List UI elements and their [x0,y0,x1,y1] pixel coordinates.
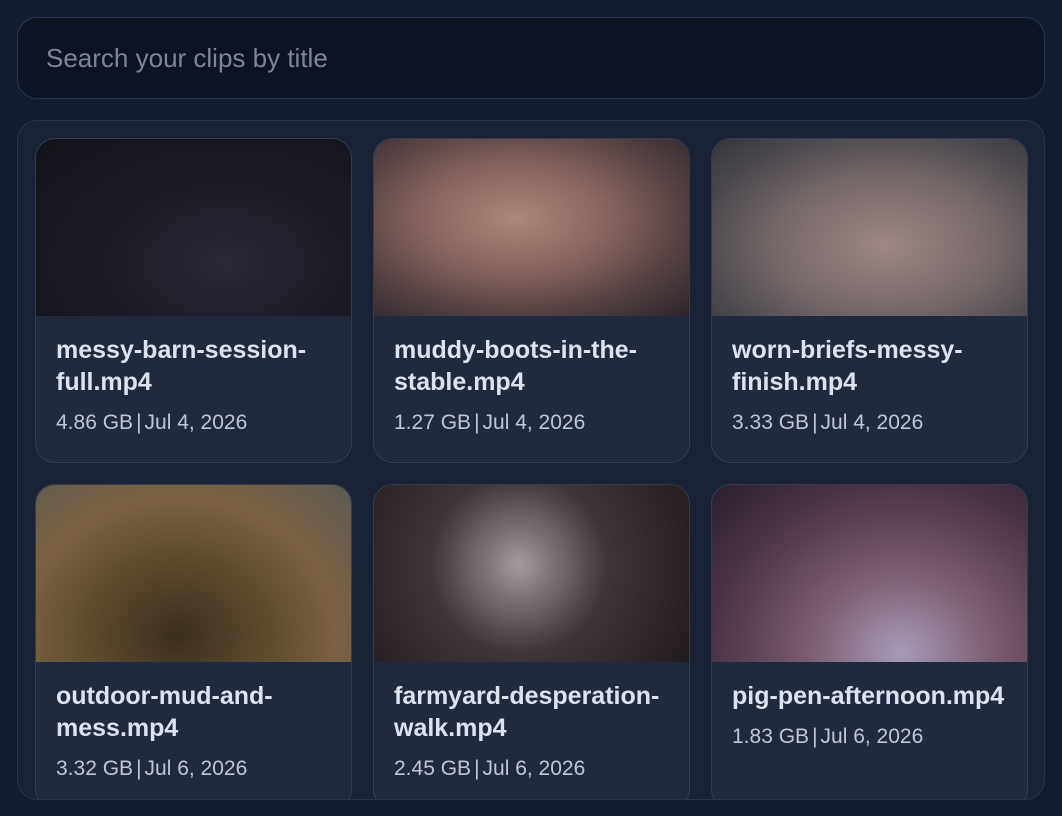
clip-card[interactable]: pig-pen-afternoon.mp4 1.83 GB | Jul 6, 202… [711,484,1028,799]
clip-card[interactable]: messy-barn-session-full.mp4 4.86 GB | Jul … [35,138,352,463]
search-bar[interactable] [17,17,1045,99]
clip-date: Jul 6, 2026 [482,757,586,780]
clip-title: pig-pen-afternoon.mp4 [732,682,1005,710]
clip-title: messy-barn-session-full.mp4 [56,336,307,396]
clip-title: muddy-boots-in-the-stable.mp4 [394,336,638,396]
meta-separator: | [812,725,818,748]
clip-thumbnail[interactable] [374,139,689,316]
clip-title: farmyard-desperation-walk.mp4 [394,682,660,742]
clip-card[interactable]: outdoor-mud-and-mess.mp4 3.32 GB | Jul 6, … [35,484,352,799]
clip-size: 2.45 GB [394,757,472,780]
clip-meta: 3.32 GB | Jul 6, 2026 [56,756,337,782]
clip-date: Jul 4, 2026 [144,411,248,434]
clip-date: Jul 4, 2026 [820,411,924,434]
meta-separator: | [136,411,142,434]
clip-meta: 1.27 GB | Jul 4, 2026 [394,410,675,436]
clips-grid[interactable]: messy-barn-session-full.mp4 4.86 GB | Jul … [17,120,1045,800]
clip-date: Jul 6, 2026 [144,757,248,780]
clip-size: 1.83 GB [732,725,810,748]
clip-card[interactable]: worn-briefs-messy-finish.mp4 3.33 GB | Jul… [711,138,1028,463]
clip-thumbnail[interactable] [712,485,1027,662]
clip-meta: 4.86 GB | Jul 4, 2026 [56,410,337,436]
clip-size: 1.27 GB [394,411,472,434]
clip-thumbnail[interactable] [36,485,351,662]
clip-title: worn-briefs-messy-finish.mp4 [732,336,963,396]
clip-title: outdoor-mud-and-mess.mp4 [56,682,273,742]
clip-size: 3.33 GB [732,411,810,434]
clip-thumbnail[interactable] [712,139,1027,316]
clip-meta: 1.83 GB | Jul 6, 2026 [732,724,1013,750]
clip-card[interactable]: muddy-boots-in-the-stable.mp4 1.27 GB | Ju… [373,138,690,463]
meta-separator: | [474,757,480,780]
clip-meta: 2.45 GB | Jul 6, 2026 [394,756,675,782]
clip-size: 3.32 GB [56,757,134,780]
clip-date: Jul 6, 2026 [820,725,924,748]
clip-thumbnail[interactable] [36,139,351,316]
clip-size: 4.86 GB [56,411,134,434]
meta-separator: | [812,411,818,434]
meta-separator: | [474,411,480,434]
clip-meta: 3.33 GB | Jul 4, 2026 [732,410,1013,436]
meta-separator: | [136,757,142,780]
search-input[interactable] [46,42,1044,74]
clip-card[interactable]: farmyard-desperation-walk.mp4 2.45 GB | Ju… [373,484,690,799]
clip-thumbnail[interactable] [374,485,689,662]
clip-date: Jul 4, 2026 [482,411,586,434]
